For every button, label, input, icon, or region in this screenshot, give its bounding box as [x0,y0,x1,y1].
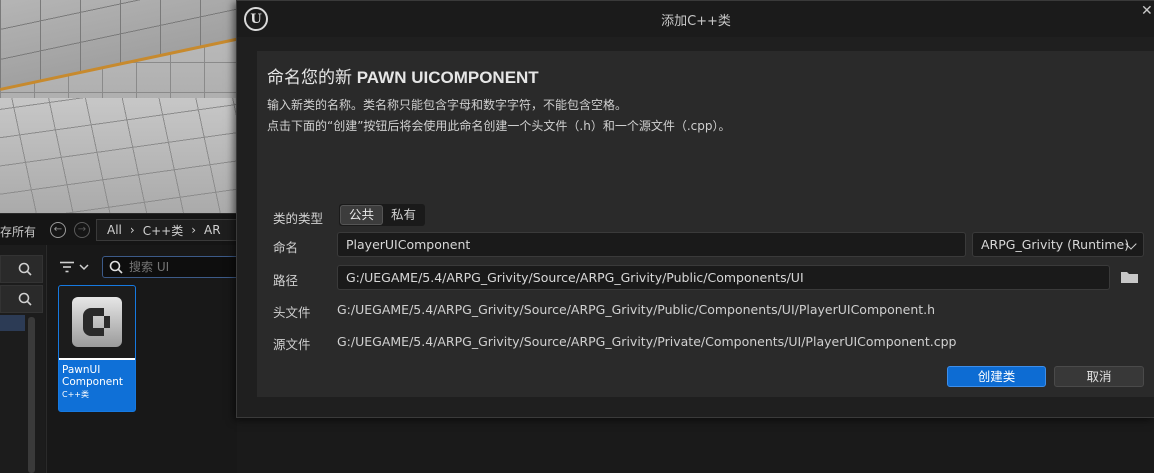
breadcrumb-separator-icon: › [191,223,197,237]
search-icon [18,262,32,276]
chevron-down-icon [79,264,89,271]
content-browser-toolbar: 存所有 ← → All › C++类 › AR [0,213,246,245]
asset-thumbnail [59,286,135,360]
description-line-1: 输入新类的名称。类名称只能包含字母和数字字符，不能包含空格。 [267,98,628,112]
folder-icon[interactable] [1121,271,1138,283]
editor-root: 存所有 ← → All › C++类 › AR 搜索 UI PawnUI Com… [0,0,1154,473]
path-label: 路径 [273,273,299,288]
page-title-prefix: 命名您的新 [267,68,357,87]
collections-search-button[interactable] [0,285,43,313]
search-icon [18,292,32,306]
save-all-button[interactable]: 存所有 [0,223,36,240]
header-file-path: G:/UEGAME/5.4/ARPG_Grivity/Source/ARPG_G… [337,302,936,317]
cancel-button[interactable]: 取消 [1054,366,1144,387]
selected-folder-row[interactable] [0,315,25,331]
close-icon[interactable]: ✕ [1141,3,1154,23]
asset-tile[interactable]: PawnUI Component C++类 [58,285,136,412]
header-file-label: 头文件 [273,305,311,320]
sources-search-button[interactable] [0,255,43,283]
name-label: 命名 [273,240,299,255]
dialog-body: 命名您的新 PAWN UICOMPONENT 输入新类的名称。类名称只能包含字母… [257,51,1154,397]
source-file-path: G:/UEGAME/5.4/ARPG_Grivity/Source/ARPG_G… [337,334,957,349]
breadcrumb-separator-icon: › [129,223,135,237]
breadcrumb-item[interactable]: C++类 [143,222,184,239]
filter-icon [60,261,74,273]
dialog-title: 添加C++类 [661,14,731,29]
cpp-class-icon [72,297,122,347]
module-dropdown-value: ARPG_Grivity (Runtime) [981,237,1130,252]
back-icon[interactable]: ← [50,222,66,238]
source-file-label: 源文件 [273,337,311,352]
asset-name: PawnUI Component [62,364,123,388]
asset-search-input[interactable] [129,260,239,274]
dialog-titlebar[interactable]: U 添加C++类 ✕ [237,1,1154,37]
breadcrumb-item[interactable]: All [107,223,122,237]
path-input[interactable]: G:/UEGAME/5.4/ARPG_Grivity/Source/ARPG_G… [337,265,1110,290]
class-type-private-option[interactable]: 私有 [383,205,424,225]
class-name-input[interactable]: PlayerUIComponent [337,232,966,257]
scrollbar[interactable] [28,317,35,473]
search-icon [109,260,123,274]
level-viewport[interactable] [0,0,237,213]
asset-type: C++类 [62,390,89,399]
class-type-label: 类的类型 [273,211,324,226]
breadcrumb: All › C++类 › AR [96,219,246,241]
page-title-class-name: PAWN UICOMPONENT [356,68,539,87]
create-class-button[interactable]: 创建类 [947,366,1046,387]
class-type-public-option[interactable]: 公共 [340,205,384,225]
class-type-toggle: 公共 私有 [339,204,426,226]
module-dropdown[interactable]: ARPG_Grivity (Runtime) [972,232,1144,257]
description-line-2: 点击下面的“创建”按钮后将会使用此命名创建一个头文件（.h）和一个源文件（.cp… [267,119,731,133]
sources-panel [0,245,45,473]
filter-button[interactable] [59,259,95,275]
add-cpp-class-dialog: U 添加C++类 ✕ 命名您的新 PAWN UICOMPONENT 输入新类的名… [236,0,1154,418]
page-title: 命名您的新 PAWN UICOMPONENT [267,63,539,88]
breadcrumb-item[interactable]: AR [204,223,221,237]
forward-icon[interactable]: → [74,222,90,238]
asset-search-field[interactable] [102,256,252,278]
asset-view: PawnUI Component C++类 [46,245,252,473]
viewport-floor [0,98,237,213]
